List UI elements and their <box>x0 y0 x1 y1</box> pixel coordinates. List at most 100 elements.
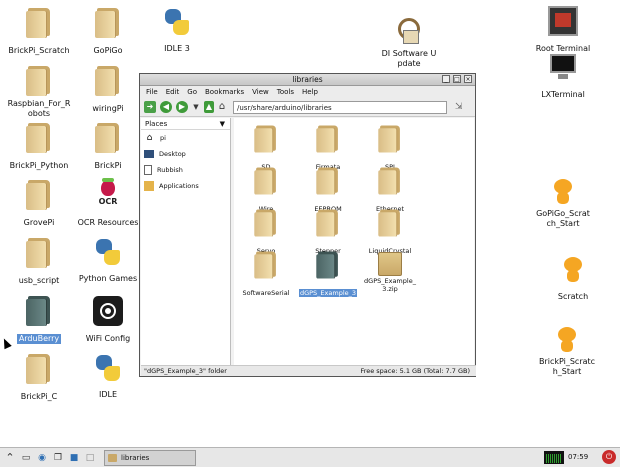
places-sidebar: Places ▼ ⌂ pi Desktop Rubbish Applicatio… <box>141 118 231 365</box>
folder-icon <box>378 167 401 195</box>
home-icon: ⌂ <box>146 132 153 143</box>
menu-launcher-icon[interactable]: ⌃ <box>4 451 16 464</box>
menu-tools[interactable]: Tools <box>277 86 294 98</box>
browser-icon[interactable]: ◉ <box>36 452 48 464</box>
workspace-icon[interactable]: □ <box>84 452 96 464</box>
folder-icon <box>95 66 121 96</box>
folder-icon <box>378 209 401 237</box>
clock[interactable]: 07:59 <box>568 451 588 464</box>
window-titlebar[interactable]: libraries _ □ × <box>140 74 475 86</box>
desktop-icon-lxterminal[interactable]: LXTerminal <box>520 52 606 101</box>
desktop-icon-label: GrovePi <box>23 218 55 227</box>
folder-icon <box>254 209 277 237</box>
place-item-rubbish[interactable]: Rubbish <box>141 162 230 178</box>
desktop-icon-label: BrickPi_Scratch_Start <box>538 357 596 376</box>
windows-icon[interactable]: ❐ <box>52 452 64 464</box>
place-item-applications[interactable]: Applications <box>141 178 230 194</box>
place-item-pi[interactable]: ⌂ pi <box>141 130 230 146</box>
place-label: Desktop <box>159 150 186 158</box>
chevron-down-icon[interactable]: ▼ <box>220 118 225 130</box>
path-input[interactable]: /usr/share/arduino/libraries <box>233 100 447 114</box>
place-label: pi <box>160 134 166 142</box>
cpu-monitor <box>544 451 564 464</box>
place-item-desktop[interactable]: Desktop <box>141 146 230 162</box>
places-label: Places <box>145 120 168 128</box>
free-space-status: Free space: 5.1 GB (Total: 7.7 GB) <box>360 367 470 375</box>
folder-icon <box>254 125 277 153</box>
place-label: Applications <box>159 182 199 190</box>
power-icon[interactable]: ⏻ <box>602 450 616 464</box>
desktop-icon-label: BrickPi_Python <box>9 161 69 170</box>
desktop-icon-di-software-update[interactable]: DI Software Update <box>366 16 452 70</box>
file-item-softwareserial[interactable]: SoftwareSerial <box>236 250 296 299</box>
menu-view[interactable]: View <box>252 86 269 98</box>
file-view: SD Firmata SPI Wire EEPROM Ethernet Serv… <box>234 118 474 365</box>
menu-edit[interactable]: Edit <box>166 86 180 98</box>
folder-icon <box>26 8 52 38</box>
folder-icon <box>26 180 52 210</box>
folder-icon <box>316 125 339 153</box>
menu-bar: File Edit Go Bookmarks View Tools Help <box>140 86 475 98</box>
folder-icon <box>26 354 52 384</box>
monitor-icon <box>548 52 578 82</box>
up-icon[interactable]: ▲ <box>204 101 214 113</box>
folder-icon <box>316 209 339 237</box>
taskbar-item-libraries[interactable]: libraries <box>104 449 196 466</box>
folder-icon <box>378 125 401 153</box>
menu-bookmarks[interactable]: Bookmarks <box>205 86 244 98</box>
folder-icon <box>316 251 339 279</box>
trash-icon <box>144 165 152 175</box>
desktop-icon-label: GoPiGo <box>93 46 123 55</box>
file-label: dGPS_Example_3.zip <box>364 277 416 293</box>
scratch-cat-icon <box>548 176 578 206</box>
desktop-icon-brickpi-scratch-start[interactable]: BrickPi_Scratch_Start <box>524 324 610 378</box>
desktop-icon-label: Raspbian_For_Robots <box>7 99 71 118</box>
file-label: SoftwareSerial <box>242 289 290 297</box>
desktop-icon-label: OCR Resources <box>77 218 139 227</box>
folder-icon <box>26 296 52 326</box>
selection-status: "dGPS_Example_3" folder <box>144 367 227 375</box>
file-manager-window: libraries _ □ × File Edit Go Bookmarks V… <box>139 73 476 377</box>
desktop-icon-label: usb_script <box>18 276 60 285</box>
folder-icon <box>95 123 121 153</box>
toolbar: ➜ ◀ ▶ ▼ ▲ ⌂ /usr/share/arduino/libraries… <box>140 98 475 117</box>
menu-go[interactable]: Go <box>187 86 197 98</box>
home-icon[interactable]: ⌂ <box>218 101 226 113</box>
taskbar: ⌃ ▭ ◉ ❐ ■ □ libraries 07:59 ⏻ <box>0 447 620 467</box>
desktop-icon-label: BrickPi <box>94 161 122 170</box>
close-button[interactable]: × <box>464 75 472 83</box>
back-icon[interactable]: ◀ <box>160 101 172 113</box>
new-tab-icon[interactable]: ➜ <box>144 101 156 113</box>
desktop-icon-label: ArduBerry <box>16 334 62 344</box>
desktop-icon-label: Scratch <box>557 292 589 301</box>
status-bar: "dGPS_Example_3" folder Free space: 5.1 … <box>141 365 476 376</box>
python-icon <box>94 354 122 382</box>
desktop-icon-idle3[interactable]: IDLE 3 <box>134 8 220 55</box>
folder-icon <box>316 167 339 195</box>
desktop-icon-scratch[interactable]: Scratch <box>530 254 616 303</box>
menu-file[interactable]: File <box>146 86 158 98</box>
desktop-icon-label: WiFi Config <box>85 334 131 343</box>
desktop-icon-root-terminal[interactable]: Root Terminal <box>520 6 606 55</box>
maximize-button[interactable]: □ <box>453 75 461 83</box>
places-header[interactable]: Places ▼ <box>141 118 230 130</box>
file-label: dGPS_Example_3 <box>298 289 358 297</box>
file-item-dgps-example-3-zip[interactable]: dGPS_Example_3.zip <box>360 250 420 295</box>
desktop-icon-label: IDLE 3 <box>164 44 190 53</box>
desktop-icon-label: LXTerminal <box>541 90 585 99</box>
history-dropdown-icon[interactable]: ▼ <box>192 101 200 113</box>
folder-icon <box>95 8 121 38</box>
file-manager-icon[interactable]: ▭ <box>20 452 32 464</box>
place-label: Rubbish <box>157 166 183 174</box>
minimize-button[interactable]: _ <box>442 75 450 83</box>
menu-help[interactable]: Help <box>302 86 318 98</box>
desktop-icon-gopigo-scratch-start[interactable]: GoPiGo_Scratch_Start <box>520 176 606 230</box>
forward-icon[interactable]: ▶ <box>176 101 188 113</box>
window-title: libraries <box>292 75 323 84</box>
file-item-dgps-example-3[interactable]: dGPS_Example_3 <box>298 250 358 299</box>
scratch-cat-icon <box>552 324 582 354</box>
go-icon[interactable]: ⇲ <box>455 101 467 113</box>
folder-icon <box>26 238 52 268</box>
desktop-icon-label: IDLE <box>98 390 118 399</box>
show-desktop-icon[interactable]: ■ <box>68 452 80 464</box>
